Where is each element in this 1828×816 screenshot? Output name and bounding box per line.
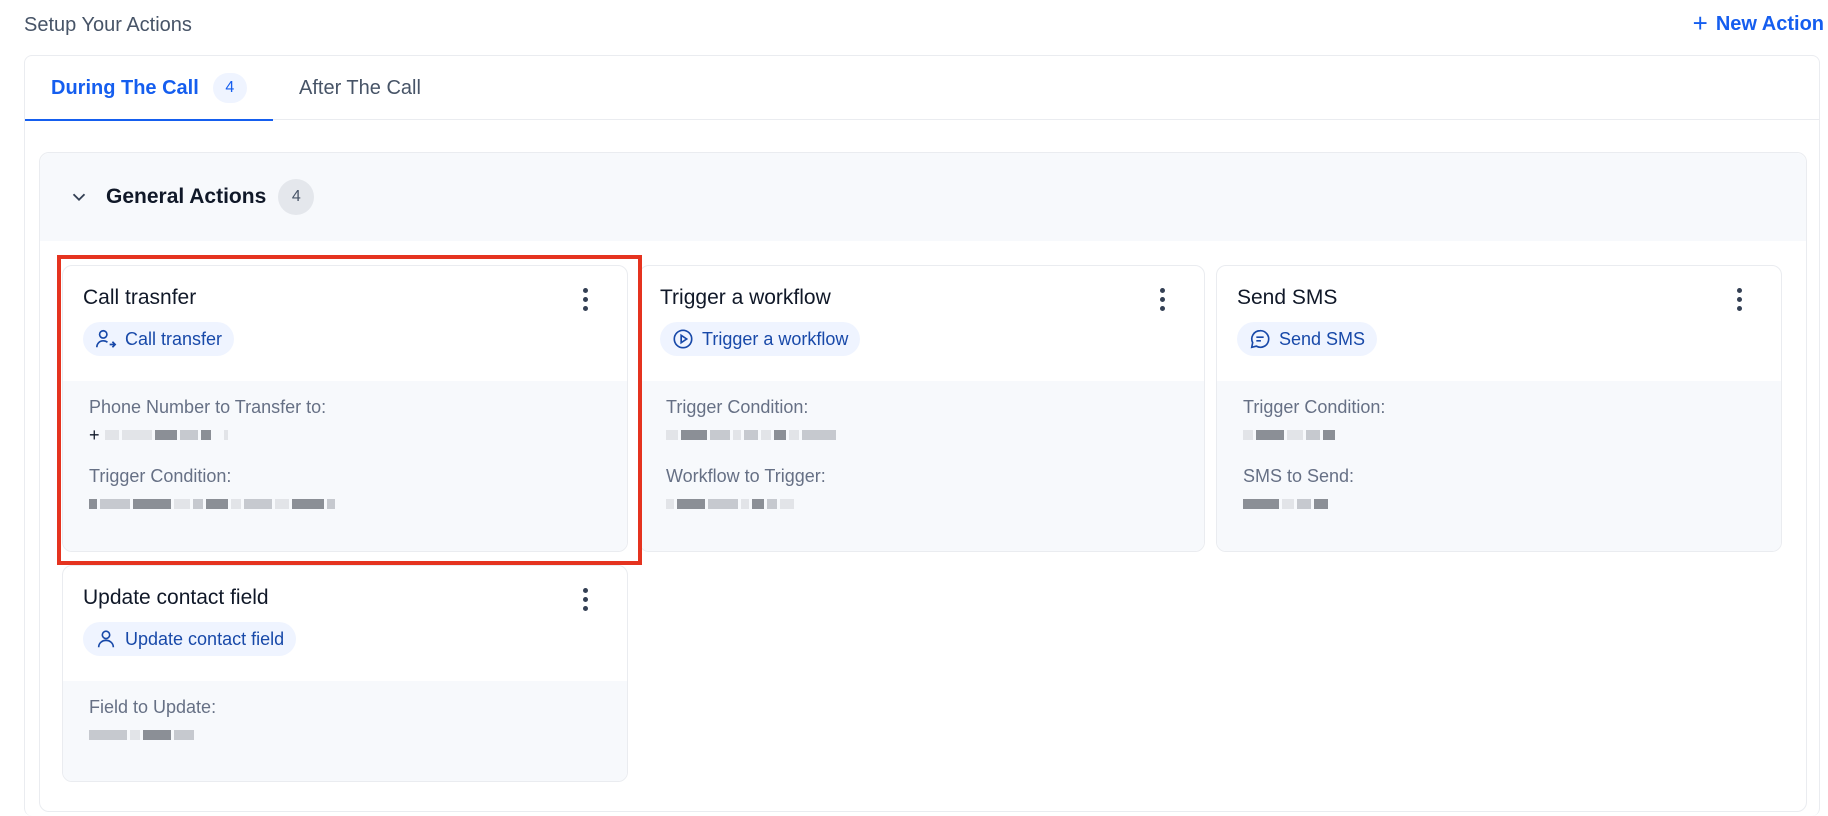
- card-title: Call trasnfer: [83, 286, 197, 309]
- more-options-icon[interactable]: [1733, 288, 1745, 318]
- redacted-value: [666, 424, 1178, 446]
- page-header: Setup Your Actions + New Action: [24, 8, 1824, 40]
- tab-during-the-call[interactable]: During The Call 4: [25, 56, 273, 121]
- chip-label: Update contact field: [125, 628, 285, 649]
- group-header[interactable]: General Actions 4: [40, 153, 1806, 241]
- more-options-icon[interactable]: [579, 588, 591, 618]
- general-actions-group: General Actions 4 Call trasnfer Call tra…: [39, 152, 1807, 812]
- redacted-value: [666, 493, 1178, 515]
- action-type-chip[interactable]: Trigger a workflow: [660, 322, 861, 356]
- action-type-chip[interactable]: Call transfer: [83, 322, 235, 356]
- group-title: General Actions: [106, 185, 267, 208]
- actions-panel: During The Call 4 After The Call General…: [24, 55, 1820, 816]
- tab-bar: During The Call 4 After The Call: [25, 56, 1819, 121]
- redacted-value: [1243, 493, 1755, 515]
- new-action-label: New Action: [1715, 12, 1824, 35]
- chevron-down-icon[interactable]: [68, 186, 90, 208]
- chip-label: Trigger a workflow: [702, 328, 849, 349]
- tab-after-the-call[interactable]: After The Call: [299, 56, 421, 120]
- card-title: Trigger a workflow: [660, 286, 831, 309]
- card-title: Send SMS: [1237, 286, 1338, 309]
- field-label: Field to Update:: [89, 697, 217, 717]
- new-action-button[interactable]: + New Action: [1692, 8, 1824, 38]
- action-card-trigger-workflow[interactable]: Trigger a workflow Trigger a workflow Tr…: [639, 265, 1205, 552]
- field-label: Trigger Condition:: [1243, 397, 1386, 417]
- message-icon: [1250, 329, 1270, 349]
- phone-prefix: +: [89, 424, 100, 445]
- play-circle-icon: [673, 329, 693, 349]
- field-label: Phone Number to Transfer to:: [89, 397, 327, 417]
- field-label: Workflow to Trigger:: [666, 466, 826, 486]
- tab-label: During The Call: [51, 76, 199, 99]
- tab-count-badge: 4: [212, 73, 247, 103]
- redacted-value: +: [89, 424, 601, 446]
- action-card-call-transfer[interactable]: Call trasnfer Call transfer Phone Number…: [62, 265, 628, 552]
- action-type-chip[interactable]: Update contact field: [83, 622, 297, 656]
- chip-label: Call transfer: [125, 328, 223, 349]
- redacted-value: [89, 724, 601, 746]
- more-options-icon[interactable]: [1156, 288, 1168, 318]
- chip-label: Send SMS: [1279, 328, 1366, 349]
- user-icon: [97, 630, 115, 648]
- action-card-send-sms[interactable]: Send SMS Send SMS Trigger Condition: SMS…: [1216, 265, 1782, 552]
- page-title: Setup Your Actions: [24, 14, 192, 36]
- field-label: Trigger Condition:: [89, 466, 232, 486]
- card-title: Update contact field: [83, 586, 269, 609]
- group-count-badge: 4: [278, 179, 315, 215]
- tab-label: After The Call: [299, 76, 421, 99]
- action-type-chip[interactable]: Send SMS: [1237, 322, 1378, 356]
- more-options-icon[interactable]: [579, 288, 591, 318]
- redacted-value: [1243, 424, 1755, 446]
- redacted-value: [89, 493, 601, 515]
- field-label: Trigger Condition:: [666, 397, 809, 417]
- field-label: SMS to Send:: [1243, 466, 1355, 486]
- action-card-update-contact-field[interactable]: Update contact field Update contact fiel…: [62, 565, 628, 782]
- plus-icon: +: [1692, 8, 1708, 38]
- user-arrow-icon: [96, 329, 117, 348]
